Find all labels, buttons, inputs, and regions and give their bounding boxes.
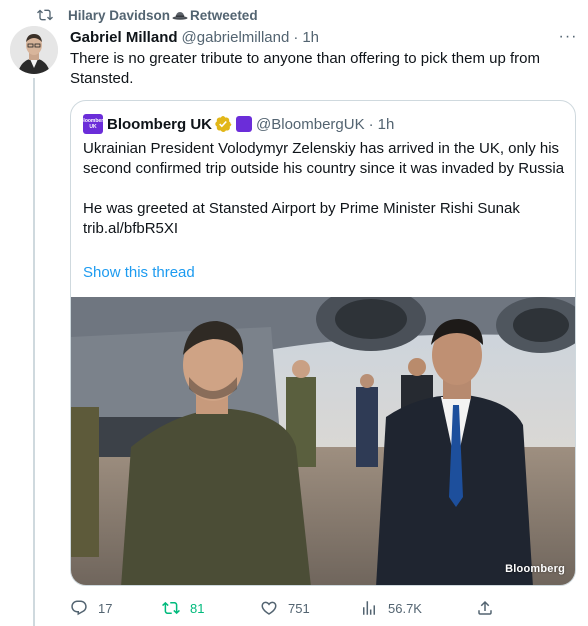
retweeted-label: Retweeted xyxy=(190,7,258,23)
quote-photo[interactable]: Bloomberg xyxy=(71,297,575,585)
quote-author-handle[interactable]: @BloombergUK xyxy=(256,116,365,133)
retweet-count: 81 xyxy=(190,600,205,616)
author-handle[interactable]: @gabrielmilland xyxy=(182,29,290,46)
thread-connector xyxy=(33,78,35,626)
like-count: 751 xyxy=(288,600,310,616)
show-thread-link[interactable]: Show this thread xyxy=(83,263,195,283)
bloomberg-logo[interactable]: Bloomberg UK xyxy=(79,114,107,134)
quote-author-name[interactable]: Bloomberg UK xyxy=(107,116,212,133)
bloomberg-affiliate-badge xyxy=(236,116,252,132)
verified-gold-icon xyxy=(215,115,232,133)
share-icon xyxy=(478,600,492,615)
more-icon[interactable]: ··· xyxy=(558,27,578,47)
like-button[interactable]: 751 xyxy=(260,598,310,618)
views-count: 56.7K xyxy=(388,600,422,616)
quote-timestamp[interactable]: 1h xyxy=(378,116,395,133)
photo-credit: Bloomberg xyxy=(505,563,565,575)
reply-button[interactable]: 17 xyxy=(70,598,112,618)
quote-paragraph-1: Ukrainian President Volodymyr Zelenskiy … xyxy=(83,140,565,177)
quote-link[interactable]: trib.al/bfbR5XI xyxy=(83,219,565,239)
quote-paragraph-2: He was greeted at Stansted Airport by Pr… xyxy=(83,200,520,217)
retweet-button[interactable]: 81 xyxy=(162,598,204,618)
views-button[interactable]: 56.7K xyxy=(360,598,422,618)
action-bar: 17 81 751 56.7K xyxy=(70,598,500,618)
retweet-icon xyxy=(37,9,53,21)
retweet-indicator[interactable]: Hilary Davidson Retweeted xyxy=(36,6,258,24)
reply-count: 17 xyxy=(98,600,113,616)
avatar[interactable] xyxy=(10,26,58,74)
like-icon xyxy=(261,601,277,615)
retweeter-name[interactable]: Hilary Davidson xyxy=(68,8,170,23)
tweet-header: Gabriel Milland @gabrielmilland · 1h ··· xyxy=(70,27,578,47)
quote-text: Ukrainian President Volodymyr Zelenskiy … xyxy=(83,139,565,239)
author-name[interactable]: Gabriel Milland xyxy=(70,29,178,46)
separator-dot: · xyxy=(368,115,374,133)
quoted-tweet[interactable]: Bloomberg UK Bloomberg UK @BloombergUK ·… xyxy=(70,100,576,586)
separator-dot: · xyxy=(293,28,299,46)
views-icon xyxy=(363,601,375,615)
tweet-text: There is no greater tribute to anyone th… xyxy=(70,50,540,87)
hat-emoji xyxy=(172,12,188,20)
photo-scene xyxy=(71,297,575,585)
share-button[interactable] xyxy=(476,598,504,618)
bloomberg-logo-text: Bloomberg UK xyxy=(79,118,107,130)
avatar-image xyxy=(10,26,58,74)
quote-header: Bloomberg UK Bloomberg UK @BloombergUK ·… xyxy=(79,114,395,134)
tweet-timestamp[interactable]: 1h xyxy=(302,29,319,46)
reply-icon xyxy=(71,600,87,616)
retweet-icon xyxy=(162,601,180,615)
